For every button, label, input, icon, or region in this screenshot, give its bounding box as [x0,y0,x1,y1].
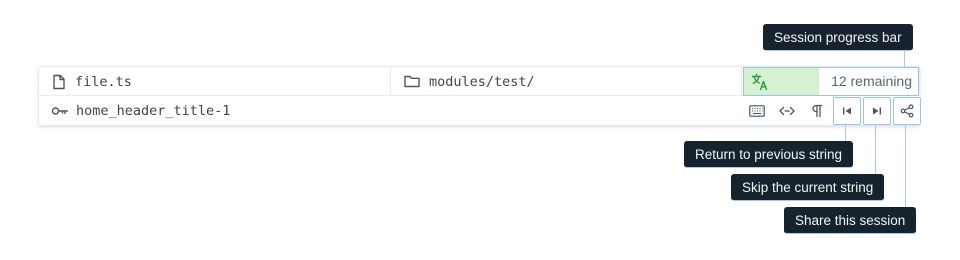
previous-string-tooltip: Return to previous string [684,141,854,168]
share-session-button[interactable] [893,97,921,125]
code-icon [779,105,795,117]
code-button[interactable] [773,97,801,125]
string-key-name: home_header_title-1 [76,103,231,119]
string-context-panel: file.ts modules/test/ 12 remaining home_… [38,66,921,126]
folder-cell[interactable]: modules/test/ [391,67,742,96]
folder-path: modules/test/ [429,73,535,90]
keyboard-button[interactable] [743,97,771,125]
folder-icon [404,75,420,88]
skip-back-icon [841,105,853,117]
string-row: home_header_title-1 [39,96,921,126]
string-toolbar [743,97,921,125]
share-guide-line [905,124,906,207]
pilcrow-button[interactable] [803,97,831,125]
remaining-count: 12 remaining [831,73,912,89]
file-icon [52,74,66,90]
session-progress-bar: 12 remaining [743,67,919,96]
skip-guide-line [875,124,876,174]
share-icon [900,104,914,118]
previous-guide-line [845,124,846,141]
key-icon [51,105,69,117]
translate-icon [751,73,769,95]
file-cell[interactable]: file.ts [39,67,391,96]
skip-string-tooltip: Skip the current string [731,174,885,201]
skip-forward-icon [871,105,883,117]
skip-string-button[interactable] [863,97,891,125]
progress-tooltip: Session progress bar [763,24,913,51]
progress-guide-line [904,50,905,67]
context-row: file.ts modules/test/ 12 remaining [39,67,919,96]
pilcrow-icon [811,104,823,118]
keyboard-icon [749,105,765,117]
share-session-tooltip: Share this session [784,207,917,234]
string-key-cell: home_header_title-1 [39,96,230,126]
previous-string-button[interactable] [833,97,861,125]
file-name: file.ts [75,73,132,90]
